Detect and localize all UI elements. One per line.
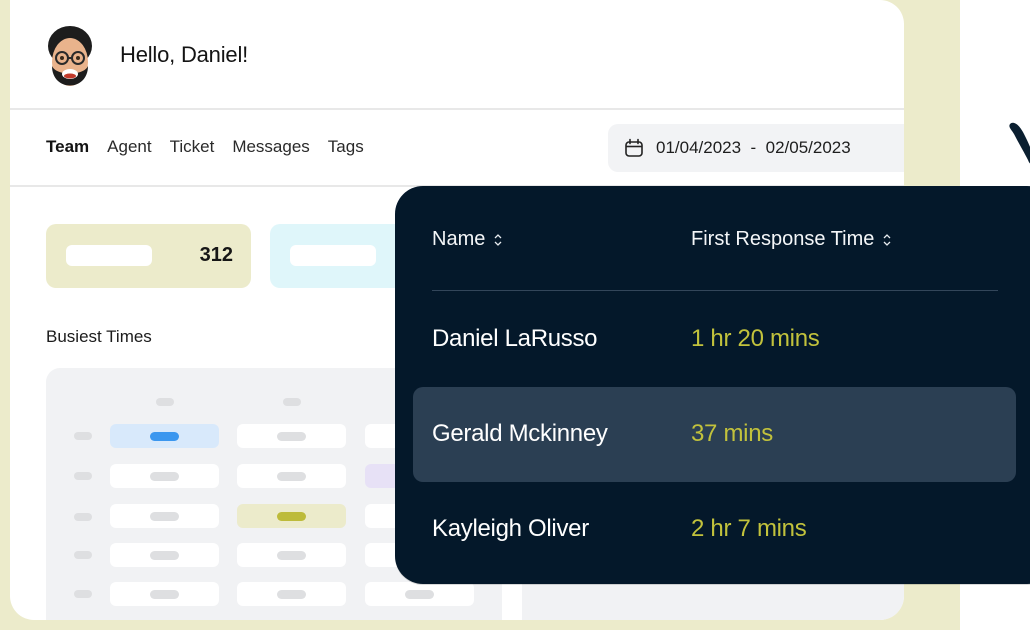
heatmap-cell-indicator bbox=[277, 471, 306, 481]
tab-ticket[interactable]: Ticket bbox=[170, 137, 215, 157]
table-row[interactable]: Kayleigh Oliver 2 hr 7 mins bbox=[413, 482, 1016, 577]
heatmap-cell-indicator bbox=[277, 511, 306, 521]
heatmap-cell[interactable] bbox=[110, 582, 219, 606]
column-header-first-response-time[interactable]: First Response Time bbox=[691, 228, 892, 251]
tab-messages[interactable]: Messages bbox=[232, 137, 309, 157]
heatmap-cell-indicator bbox=[277, 431, 306, 441]
heatmap-cell[interactable] bbox=[110, 464, 219, 488]
heatmap-cell[interactable] bbox=[110, 543, 219, 567]
column-header-label: Name bbox=[432, 228, 486, 250]
row-label-placeholder bbox=[74, 472, 92, 480]
stat-label-placeholder bbox=[66, 245, 152, 266]
column-header-label: First Response Time bbox=[691, 228, 875, 250]
first-response-time: 37 mins bbox=[691, 420, 773, 447]
stat-label-placeholder bbox=[290, 245, 376, 266]
column-label-placeholder bbox=[156, 398, 174, 406]
calendar-icon bbox=[625, 138, 643, 157]
agent-name: Gerald Mckinney bbox=[432, 420, 608, 447]
first-response-time: 1 hr 20 mins bbox=[691, 325, 820, 352]
agent-name: Kayleigh Oliver bbox=[432, 515, 589, 542]
table-row-highlighted[interactable]: Gerald Mckinney 37 mins bbox=[413, 387, 1016, 482]
table-row[interactable]: Daniel LaRusso 1 hr 20 mins bbox=[413, 292, 1016, 387]
first-response-time-popover: Name First Response Time Daniel LaRusso … bbox=[395, 186, 1030, 584]
header-divider bbox=[432, 290, 998, 291]
row-label-placeholder bbox=[74, 513, 92, 521]
heatmap-cell-indicator bbox=[150, 550, 179, 560]
date-range-picker[interactable]: 01/04/2023 - 02/05/2023 bbox=[608, 124, 904, 172]
row-label-placeholder bbox=[74, 590, 92, 598]
date-range-label: 01/04/2023 - 02/05/2023 bbox=[656, 138, 851, 157]
heatmap-cell-indicator bbox=[277, 589, 306, 599]
heatmap-cell[interactable] bbox=[110, 424, 219, 448]
sort-icon[interactable] bbox=[493, 231, 503, 249]
heatmap-cell[interactable] bbox=[110, 504, 219, 528]
heatmap-cell-indicator bbox=[150, 589, 179, 599]
tab-bar: Team Agent Ticket Messages Tags bbox=[46, 137, 382, 157]
heatmap-cell[interactable] bbox=[237, 582, 346, 606]
first-response-time: 2 hr 7 mins bbox=[691, 515, 807, 542]
greeting-title: Hello, Daniel! bbox=[120, 42, 249, 67]
tab-tags[interactable]: Tags bbox=[328, 137, 364, 157]
column-label-placeholder bbox=[283, 398, 301, 406]
heatmap-cell-indicator bbox=[277, 550, 306, 560]
row-label-placeholder bbox=[74, 432, 92, 440]
tab-agent[interactable]: Agent bbox=[107, 137, 151, 157]
sort-icon[interactable] bbox=[882, 231, 892, 249]
stat-value: 312 bbox=[199, 244, 233, 266]
heatmap-cell-indicator bbox=[150, 471, 179, 481]
tab-team[interactable]: Team bbox=[46, 137, 89, 157]
heatmap-cell[interactable] bbox=[237, 543, 346, 567]
avatar[interactable] bbox=[44, 24, 96, 96]
heatmap-cell[interactable] bbox=[237, 464, 346, 488]
heatmap-cell-indicator bbox=[150, 511, 179, 521]
busiest-times-title: Busiest Times bbox=[46, 327, 152, 346]
column-header-name[interactable]: Name bbox=[432, 228, 503, 251]
header-divider bbox=[10, 108, 904, 110]
row-label-placeholder bbox=[74, 551, 92, 559]
stat-card-primary[interactable]: 312 bbox=[46, 224, 251, 288]
brush-stroke-decoration-icon bbox=[1009, 122, 1030, 164]
heatmap-cell-indicator bbox=[150, 431, 179, 441]
heatmap-cell[interactable] bbox=[237, 424, 346, 448]
agent-name: Daniel LaRusso bbox=[432, 325, 598, 352]
heatmap-cell-indicator bbox=[405, 589, 434, 599]
heatmap-cell[interactable] bbox=[237, 504, 346, 528]
heatmap-cell[interactable] bbox=[365, 582, 474, 606]
